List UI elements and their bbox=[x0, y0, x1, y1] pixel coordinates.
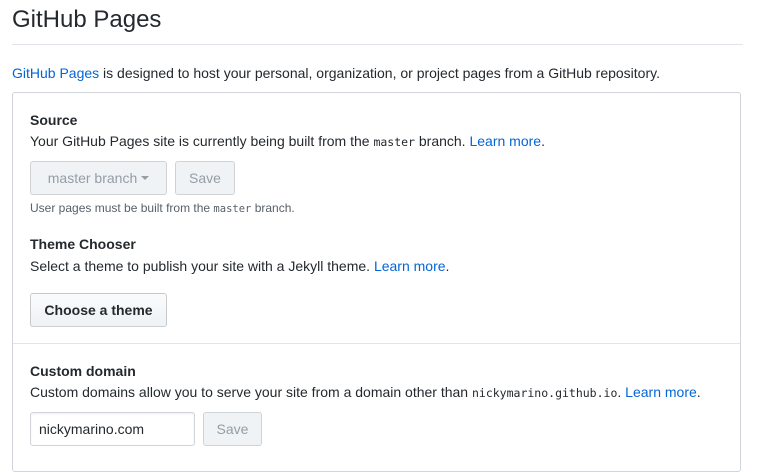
page-title: GitHub Pages bbox=[12, 6, 162, 33]
source-desc-text-2: branch. bbox=[414, 133, 470, 149]
branch-select-button[interactable]: master branch bbox=[30, 161, 167, 195]
default-domain-code: nickymarino.github.io bbox=[471, 386, 618, 400]
source-note: User pages must be built from the master… bbox=[30, 200, 295, 217]
pages-settings-box: Source Your GitHub Pages site is current… bbox=[12, 92, 741, 472]
branch-code: master bbox=[373, 135, 415, 149]
custom-domain-input[interactable] bbox=[30, 412, 195, 446]
note-text: User pages must be built from the bbox=[30, 201, 214, 215]
github-pages-link[interactable]: GitHub Pages bbox=[12, 65, 99, 81]
choose-theme-button[interactable]: Choose a theme bbox=[30, 293, 167, 327]
custom-domain-description: Custom domains allow you to serve your s… bbox=[30, 382, 701, 403]
domain-desc-text-2: . bbox=[617, 384, 626, 400]
custom-domain-save-button[interactable]: Save bbox=[203, 412, 262, 446]
theme-description: Select a theme to publish your site with… bbox=[30, 256, 449, 276]
source-heading: Source bbox=[30, 112, 78, 128]
source-save-button[interactable]: Save bbox=[175, 161, 235, 195]
theme-learn-more-link[interactable]: Learn more bbox=[374, 258, 446, 274]
custom-domain-learn-more-link[interactable]: Learn more bbox=[625, 384, 697, 400]
intro-text: GitHub Pages is designed to host your pe… bbox=[12, 63, 660, 83]
source-learn-more-link[interactable]: Learn more bbox=[469, 133, 541, 149]
theme-period: . bbox=[445, 258, 450, 274]
theme-desc-text: Select a theme to publish your site with… bbox=[30, 258, 374, 274]
custom-domain-section: Custom domain Custom domains allow you t… bbox=[13, 343, 740, 471]
theme-heading: Theme Chooser bbox=[30, 236, 136, 252]
intro-description: is designed to host your personal, organ… bbox=[99, 65, 660, 81]
domain-desc-text: Custom domains allow you to serve your s… bbox=[30, 384, 472, 400]
source-desc-text: Your GitHub Pages site is currently bein… bbox=[30, 133, 374, 149]
branch-select-label: master branch bbox=[47, 170, 138, 186]
custom-domain-heading: Custom domain bbox=[30, 363, 136, 379]
source-and-theme-section: Source Your GitHub Pages site is current… bbox=[13, 93, 740, 343]
title-divider bbox=[12, 44, 743, 45]
note-branch-code: master bbox=[213, 203, 252, 215]
source-description: Your GitHub Pages site is currently bein… bbox=[30, 131, 545, 152]
domain-period: . bbox=[696, 384, 701, 400]
source-period: . bbox=[541, 133, 545, 149]
caret-down-icon bbox=[141, 176, 150, 181]
note-text-2: branch. bbox=[251, 201, 295, 215]
